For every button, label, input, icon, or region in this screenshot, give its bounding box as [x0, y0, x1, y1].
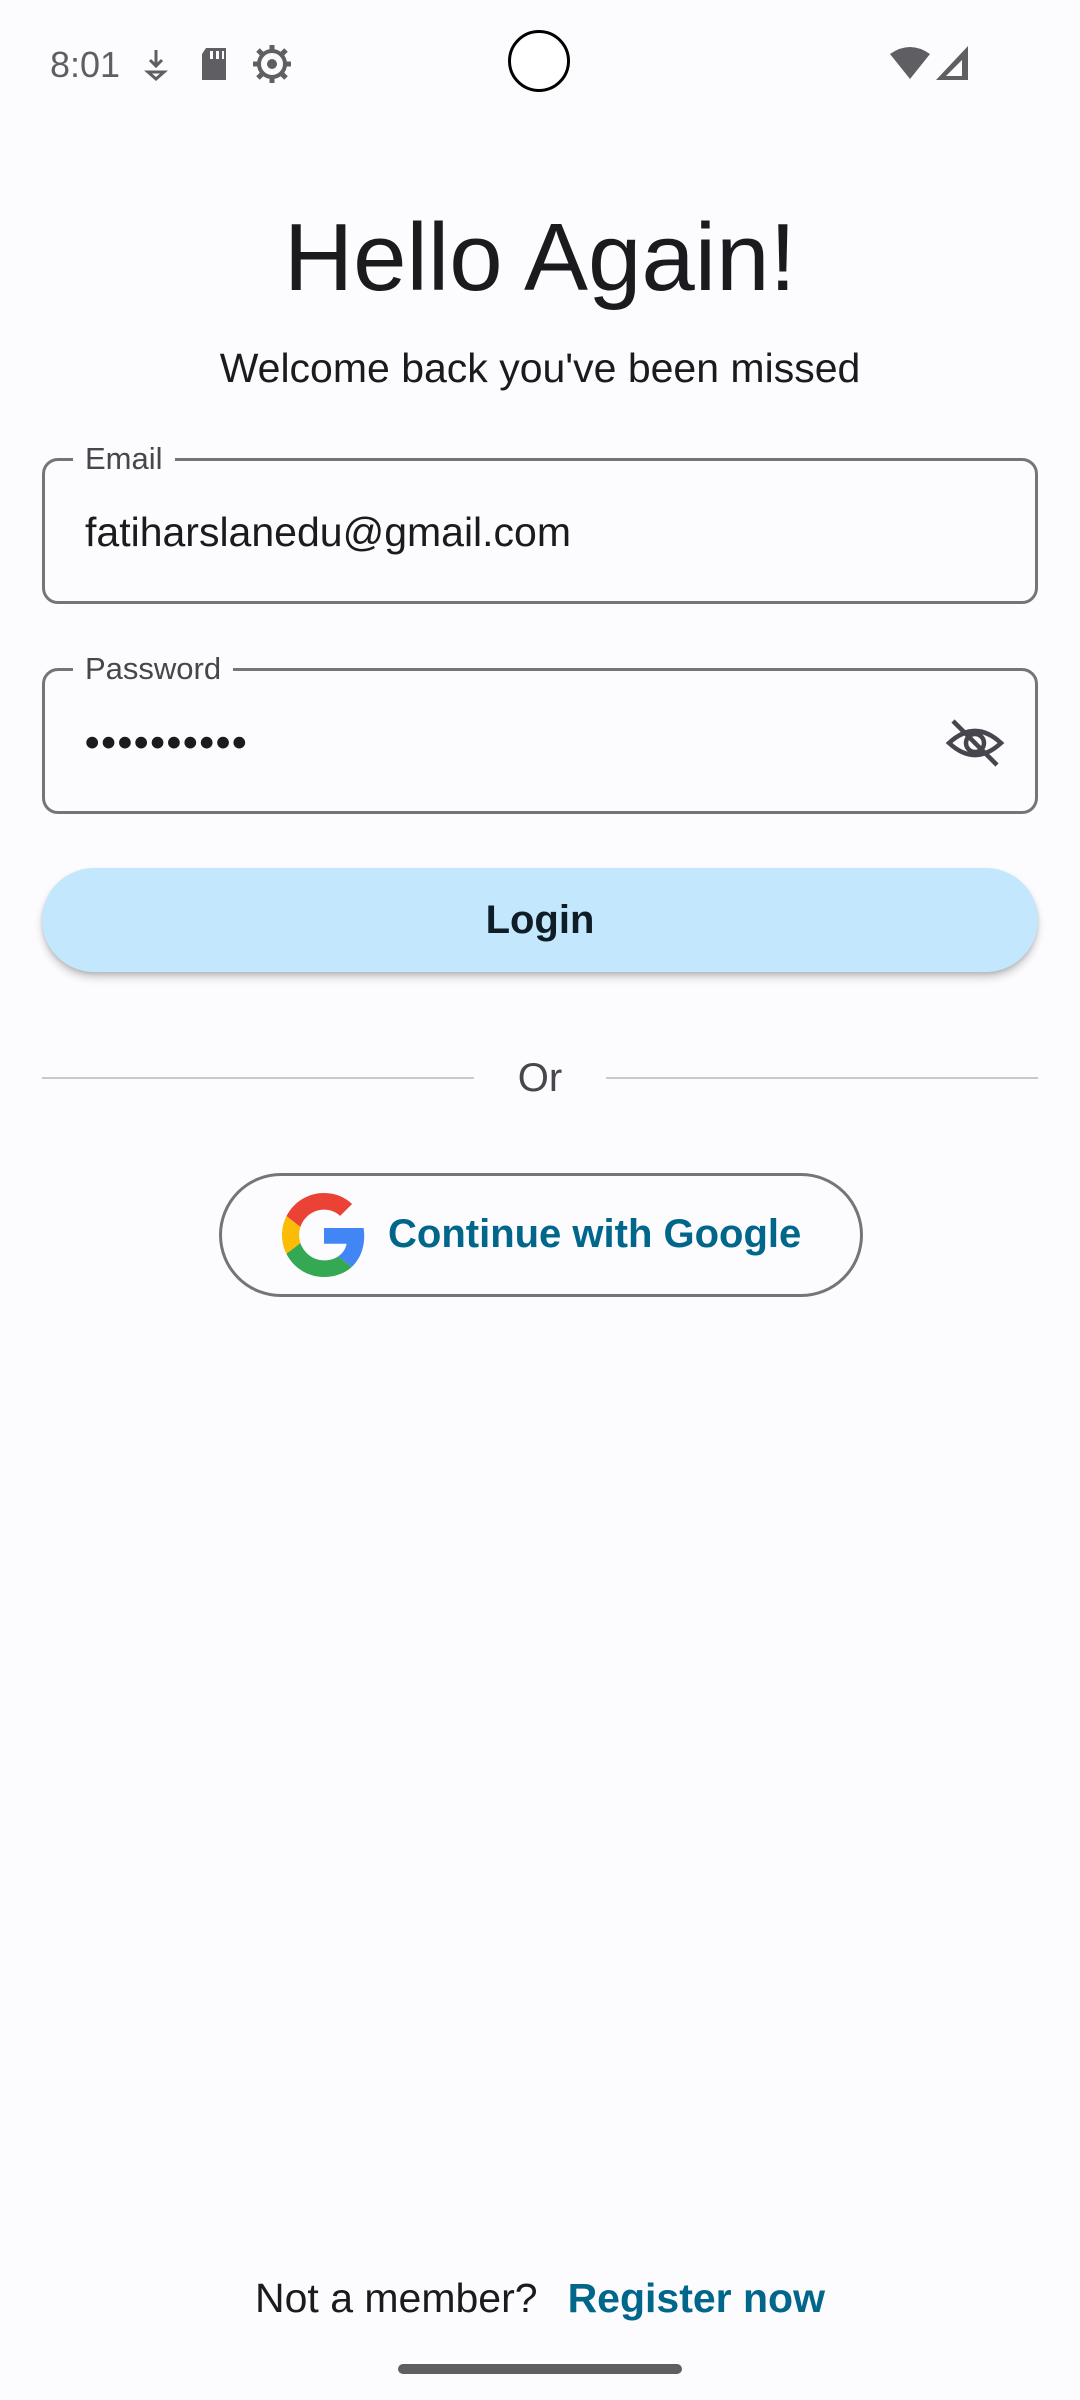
- google-button-label: Continue with Google: [388, 1212, 802, 1256]
- sd-card-icon: [202, 48, 226, 80]
- login-button[interactable]: Login: [42, 868, 1038, 972]
- cell-signal-icon: [936, 46, 968, 80]
- password-field[interactable]: Password ••••••••••: [42, 649, 1038, 814]
- password-label: Password: [73, 649, 234, 689]
- continue-with-google-button[interactable]: Continue with Google: [219, 1173, 863, 1297]
- eye-off-icon[interactable]: [945, 713, 1005, 773]
- google-logo-icon: [282, 1193, 365, 1277]
- status-bar: 8:01: [0, 0, 1080, 130]
- password-value: ••••••••••: [85, 719, 249, 765]
- divider-or: Or: [517, 1056, 563, 1100]
- page-title: Hello Again!: [283, 204, 797, 311]
- settings-gear-icon: [253, 45, 291, 83]
- register-prompt: Not a member? Register now: [0, 2268, 1080, 2328]
- status-time: 8:01: [50, 44, 121, 85]
- email-value: fatiharslanedu@gmail.com: [85, 509, 572, 555]
- camera-cutout: [508, 30, 570, 92]
- wifi-icon: [890, 47, 930, 79]
- divider-line-right: [606, 1077, 1038, 1079]
- home-indicator[interactable]: [398, 2364, 682, 2374]
- register-now-link[interactable]: Register now: [568, 2275, 825, 2321]
- page-subtitle: Welcome back you've been missed: [219, 345, 861, 391]
- email-field[interactable]: Email fatiharslanedu@gmail.com: [42, 439, 1038, 604]
- not-a-member-text: Not a member?: [255, 2275, 538, 2321]
- email-label: Email: [73, 439, 175, 479]
- download-icon: [144, 50, 168, 81]
- divider-line-left: [42, 1077, 474, 1079]
